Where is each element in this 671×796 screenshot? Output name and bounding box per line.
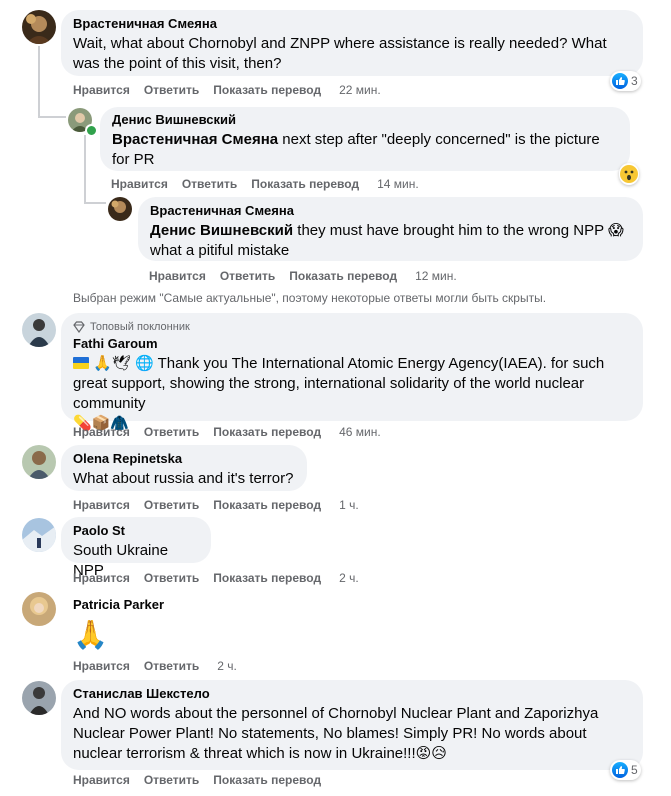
comment-text: And NO words about the personnel of Chor… [73,705,599,762]
comment-text: 🙏🕊 🌐 Thank you The International Atomic … [73,354,631,434]
like-icon [612,73,628,89]
comment-bubble: Врастеничная Смеяна Денис Вишневский the… [138,197,643,261]
comment-actions: Нравится Ответить Показать перевод 46 мин. [73,424,395,440]
translate-button[interactable]: Показать перевод [213,425,321,439]
translate-button[interactable]: Показать перевод [251,177,359,191]
emoji-only-comment: 🙏 [73,619,108,650]
reply-button[interactable]: Ответить [144,773,199,787]
comment-text: Денис Вишневский they must have brought … [150,221,631,261]
avatar[interactable] [22,518,56,552]
timestamp[interactable]: 1 ч. [339,498,359,512]
like-button[interactable]: Нравится [73,571,130,585]
author-name[interactable]: Врастеничная Смеяна [150,203,631,219]
like-button[interactable]: Нравится [73,773,130,787]
online-dot [85,124,98,137]
translate-button[interactable]: Показать перевод [213,773,321,787]
thread-line [84,135,86,203]
like-button[interactable]: Нравится [149,269,206,283]
reply-button[interactable]: Ответить [144,425,199,439]
like-button[interactable]: Нравится [73,425,130,439]
thread-line [38,46,40,118]
like-button[interactable]: Нравится [111,177,168,191]
like-button[interactable]: Нравится [73,498,130,512]
avatar[interactable] [22,592,56,626]
translate-button[interactable]: Показать перевод [213,498,321,512]
like-button[interactable]: Нравится [73,83,130,97]
translate-button[interactable]: Показать перевод [289,269,397,283]
avatar[interactable] [22,10,56,44]
thread-line-curve [84,202,106,204]
reply-button[interactable]: Ответить [144,571,199,585]
comment-actions: Нравится Ответить Показать перевод 22 мин. [73,82,395,98]
author-name[interactable]: Станислав Шекстело [73,686,631,702]
comment-text: What about russia and it's terror? [73,470,294,487]
reply-button[interactable]: Ответить [144,659,199,673]
timestamp[interactable]: 2 ч. [217,659,237,673]
reaction-count-number: 5 [631,763,638,777]
timestamp[interactable]: 22 мин. [339,83,381,97]
author-name[interactable]: Fathi Garoum [73,336,631,352]
like-button[interactable]: Нравится [73,659,130,673]
avatar[interactable] [22,681,56,715]
badge-label: Топовый поклонник [90,321,190,333]
comment-bubble: Врастеничная Смеяна Wait, what about Cho… [61,10,643,76]
timestamp[interactable]: 12 мин. [415,269,457,283]
like-icon [612,762,628,778]
top-fan-badge: Топовый поклонник [73,320,631,334]
comment-bubble: Денис Вишневский Врастеничная Смеяна nex… [100,107,630,171]
wow-icon [620,165,638,183]
author-name[interactable]: Paolo St [73,523,199,539]
comment-bubble: Olena Repinetska What about russia and i… [61,445,307,491]
comment-bubble: Станислав Шекстело And NO words about th… [61,680,643,770]
translate-button[interactable]: Показать перевод [213,571,321,585]
reaction-count[interactable]: 5 [610,760,641,780]
timestamp[interactable]: 14 мин. [377,177,419,191]
avatar[interactable] [108,197,132,221]
comment-text: Врастеничная Смеяна next step after "dee… [112,130,618,170]
sort-mode-note: Выбран режим "Самые актуальные", поэтому… [73,291,547,305]
reply-button[interactable]: Ответить [182,177,237,191]
comment-bubble: Paolo St South Ukraine NPP [61,517,211,579]
reply-button[interactable]: Ответить [144,498,199,512]
mention[interactable]: Денис Вишневский [150,222,293,239]
ukraine-flag-icon [73,357,89,369]
reaction-badge[interactable] [619,163,639,185]
comment-block: Patricia Parker 🙏 [73,597,164,653]
author-name[interactable]: Врастеничная Смеяна [73,16,631,32]
comment-bubble: Топовый поклонник Fathi Garoum 🙏🕊 🌐 Than… [61,313,643,432]
timestamp[interactable]: 46 мин. [339,425,381,439]
thread-line-curve [38,116,66,118]
reaction-count[interactable]: 3 [610,71,641,91]
comment-actions: Нравится Ответить Показать перевод 12 мин. [149,268,471,284]
comment-actions: Нравится Ответить 2 ч. [73,658,251,674]
comment-text: Wait, what about Chornobyl and ZNPP wher… [73,35,607,72]
comment-actions: Нравится Ответить Показать перевод 2 ч. [73,570,373,586]
emoji-prefix: 🙏🕊 🌐 [93,355,154,372]
reaction-count-number: 3 [631,74,638,88]
diamond-icon [73,321,85,333]
reply-button[interactable]: Ответить [220,269,275,283]
mention[interactable]: Врастеничная Смеяна [112,131,278,148]
reply-button[interactable]: Ответить [144,83,199,97]
avatar[interactable] [22,445,56,479]
comment-actions: Нравится Ответить Показать перевод 14 мин. [111,176,433,192]
translate-button[interactable]: Показать перевод [213,83,321,97]
author-name[interactable]: Olena Repinetska [73,451,295,467]
timestamp[interactable]: 2 ч. [339,571,359,585]
comment-actions: Нравится Ответить Показать перевод [73,772,335,788]
author-name[interactable]: Денис Вишневский [112,112,618,128]
avatar[interactable] [22,313,56,347]
author-name[interactable]: Patricia Parker [73,597,164,613]
comment-actions: Нравится Ответить Показать перевод 1 ч. [73,497,373,513]
